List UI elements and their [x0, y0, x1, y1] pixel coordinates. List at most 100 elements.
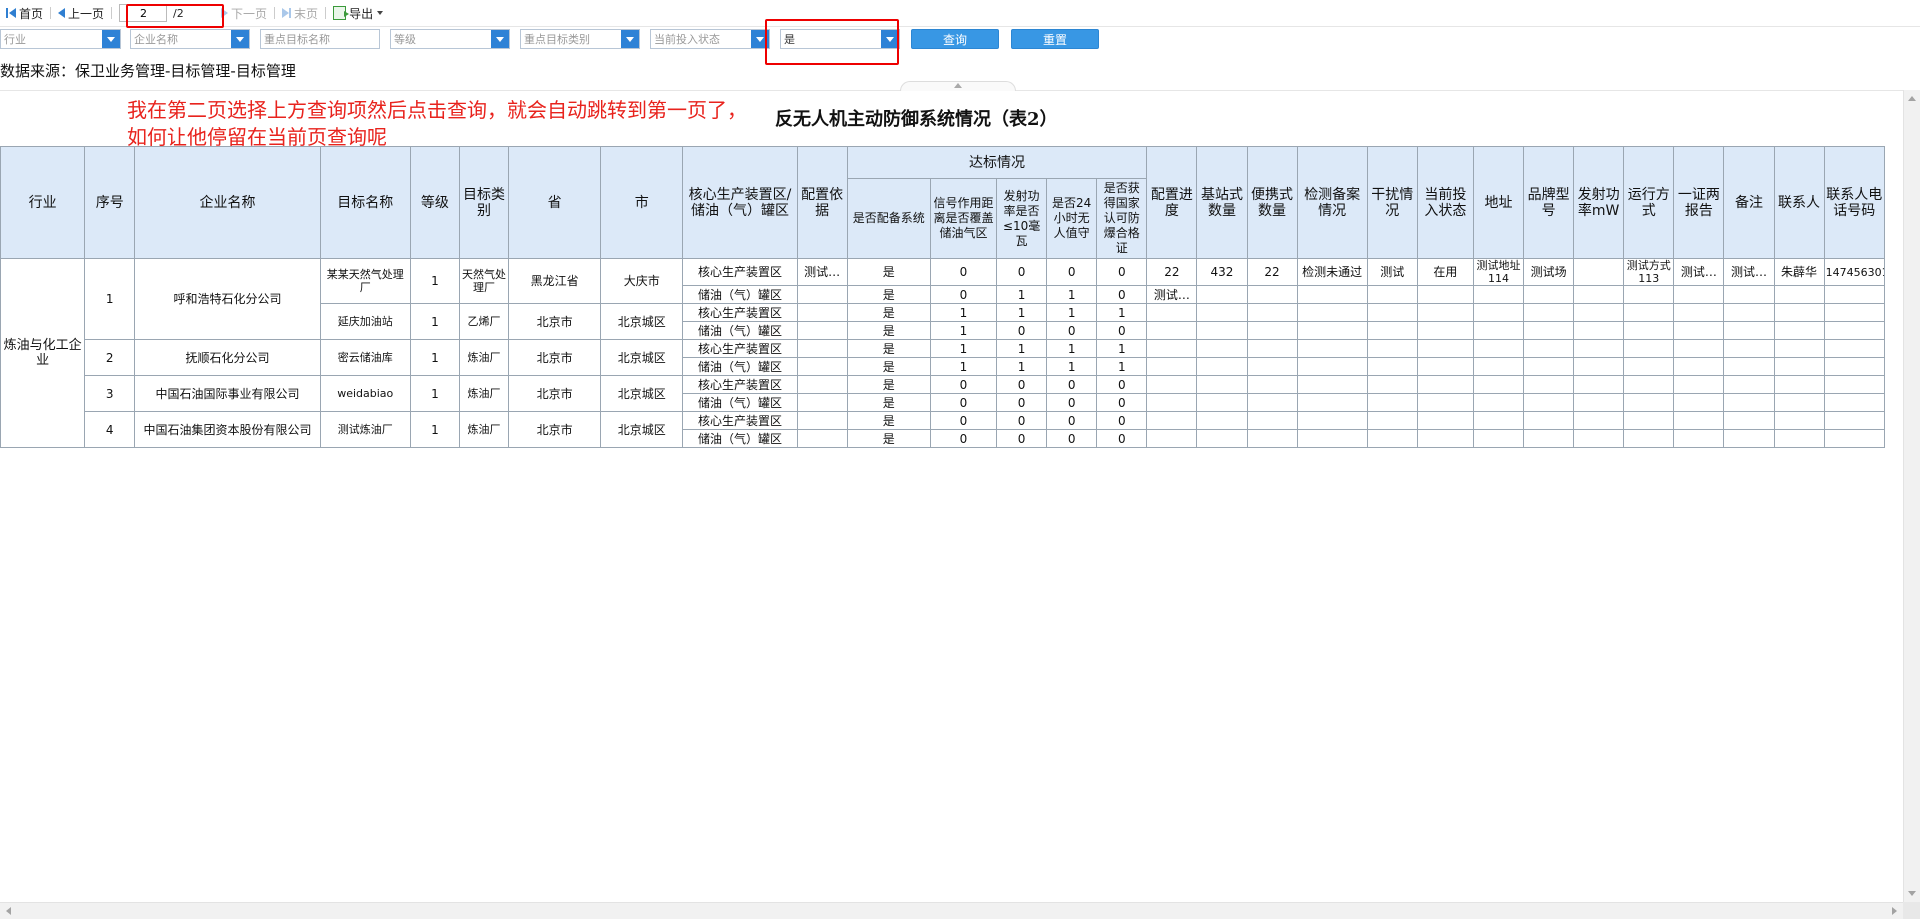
cell-inspection: [1296, 357, 1368, 376]
equipped-select[interactable]: [780, 29, 900, 49]
target-name-input[interactable]: [261, 30, 379, 48]
cell-target-type: 天然气处理厂: [458, 258, 510, 304]
table-row: 2 抚顺石化分公司 密云储油库 1 炼油厂 北京市 北京城区 核心生产装置区是 1 1 1 1: [1, 339, 1886, 376]
cell-c: 0: [1096, 285, 1148, 304]
cell-interference: [1366, 321, 1418, 340]
prev-page-button[interactable]: 上一页: [54, 3, 108, 23]
header-level: 等级: [409, 146, 460, 259]
cell-h: 1: [1046, 339, 1098, 358]
target-type-select[interactable]: [520, 29, 640, 49]
cell-cert: [1673, 339, 1725, 358]
cell-status: [1416, 375, 1474, 394]
cell-interference: [1366, 429, 1418, 448]
scroll-right-icon[interactable]: [1892, 907, 1897, 915]
header-base-count: 基站式数量: [1196, 146, 1248, 259]
cell-h: 0: [1046, 321, 1098, 340]
cell-area: 储油（气）罐区: [682, 357, 798, 376]
cell-target: 延庆加油站: [319, 303, 411, 340]
cell-mode: [1623, 411, 1675, 430]
cell-base: [1196, 393, 1248, 412]
company-input[interactable]: [131, 30, 231, 48]
industry-select[interactable]: [0, 29, 121, 49]
cell-remark: [1723, 429, 1775, 448]
cell-seq: 1: [84, 258, 136, 340]
status-input[interactable]: [651, 30, 751, 48]
cell-basis: [796, 375, 848, 394]
cell-contact: [1773, 303, 1825, 322]
scroll-up-icon[interactable]: [1908, 96, 1916, 101]
cell-power: [1573, 303, 1625, 322]
cell-inspection: [1296, 285, 1368, 304]
cell-base: [1196, 357, 1248, 376]
vertical-scrollbar[interactable]: [1903, 90, 1920, 902]
dropdown-arrow-icon[interactable]: [231, 30, 249, 48]
cell-target: weidabiao: [319, 375, 411, 412]
query-button[interactable]: 查询: [911, 29, 999, 49]
cell-phone: [1823, 375, 1886, 394]
cell-h: 0: [1046, 393, 1098, 412]
cell-contact: [1773, 285, 1825, 304]
dropdown-arrow-icon[interactable]: [621, 30, 639, 48]
cell-progress: [1146, 321, 1198, 340]
cell-contact: [1773, 339, 1825, 358]
company-select[interactable]: [130, 29, 250, 49]
dropdown-arrow-icon[interactable]: [881, 30, 899, 48]
cell-cert: [1673, 411, 1725, 430]
cell-inspection: [1296, 321, 1368, 340]
cell-inspection: [1296, 393, 1368, 412]
equipped-input[interactable]: [781, 30, 881, 48]
cell-phone: [1823, 393, 1886, 412]
industry-input[interactable]: [1, 30, 102, 48]
cell-contact: [1773, 321, 1825, 340]
scroll-left-icon[interactable]: [6, 907, 11, 915]
cell-p: 0: [996, 429, 1048, 448]
horizontal-scrollbar[interactable]: [0, 902, 1903, 919]
first-page-button[interactable]: 首页: [2, 3, 47, 23]
status-select[interactable]: [650, 29, 770, 49]
target-name-field[interactable]: [260, 29, 380, 49]
cell-base: [1196, 375, 1248, 394]
cell-address: [1472, 375, 1525, 394]
cell-interference: [1366, 375, 1418, 394]
cell-level: 1: [409, 339, 460, 376]
level-input[interactable]: [391, 30, 491, 48]
scroll-down-icon[interactable]: [1908, 891, 1916, 896]
cell-brand: [1523, 375, 1575, 394]
header-progress: 配置进度: [1146, 146, 1198, 259]
page-number-input[interactable]: [119, 4, 168, 22]
cell-h: 0: [1046, 375, 1098, 394]
cell-progress: [1146, 429, 1198, 448]
cell-city: 北京城区: [600, 375, 684, 412]
cell-phone: [1823, 321, 1886, 340]
header-address: 地址: [1472, 146, 1525, 259]
header-explosion-cert: 是否获得国家认可防爆合格证: [1096, 178, 1148, 259]
cell-eq: 是: [846, 303, 931, 322]
cell-eq: 是: [846, 285, 931, 304]
cell-power: [1573, 375, 1625, 394]
cell-address: [1472, 429, 1525, 448]
cell-status: [1416, 285, 1474, 304]
cell-portable: [1246, 429, 1298, 448]
cell-power: [1573, 393, 1625, 412]
dropdown-arrow-icon[interactable]: [751, 30, 769, 48]
level-select[interactable]: [390, 29, 510, 49]
collapse-filter-handle[interactable]: [900, 81, 1016, 91]
cell-area: 核心生产装置区: [682, 339, 798, 358]
cell-province: 北京市: [508, 339, 602, 376]
reset-button[interactable]: 重置: [1011, 29, 1099, 49]
export-button[interactable]: 导出: [329, 3, 387, 23]
header-signal-range: 信号作用距离是否覆盖储油气区: [929, 178, 998, 259]
cell-p: 0: [996, 258, 1048, 286]
last-page-button[interactable]: 末页: [278, 3, 322, 23]
cell-address: [1472, 303, 1525, 322]
target-type-input[interactable]: [521, 30, 621, 48]
cell-portable: [1246, 357, 1298, 376]
cell-cert: [1673, 285, 1725, 304]
cell-portable: [1246, 375, 1298, 394]
scrollbar-corner: [1903, 902, 1920, 919]
next-page-button[interactable]: 下一页: [217, 3, 271, 23]
dropdown-arrow-icon[interactable]: [491, 30, 509, 48]
dropdown-arrow-icon[interactable]: [102, 30, 120, 48]
cell-inspection: [1296, 429, 1368, 448]
cell-power: [1573, 357, 1625, 376]
